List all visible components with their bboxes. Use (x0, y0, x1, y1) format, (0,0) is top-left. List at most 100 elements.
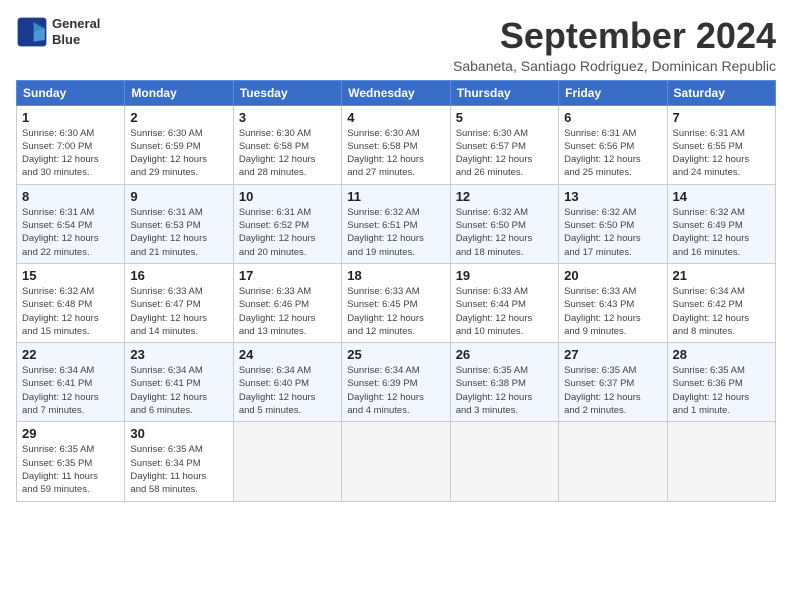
day-info: Sunrise: 6:35 AM Sunset: 6:35 PM Dayligh… (22, 443, 119, 496)
day-number: 14 (673, 189, 770, 204)
sunset-text: Sunset: 6:44 PM (456, 298, 553, 311)
daylight-text: Daylight: 12 hours (22, 232, 119, 245)
daylight-text2: and 17 minutes. (564, 246, 661, 259)
sunset-text: Sunset: 6:36 PM (673, 377, 770, 390)
day-number: 23 (130, 347, 227, 362)
day-number: 1 (22, 110, 119, 125)
daylight-text2: and 5 minutes. (239, 404, 336, 417)
table-row (559, 422, 667, 501)
daylight-text2: and 13 minutes. (239, 325, 336, 338)
sunrise-text: Sunrise: 6:34 AM (239, 364, 336, 377)
daylight-text: Daylight: 12 hours (347, 391, 444, 404)
sunrise-text: Sunrise: 6:33 AM (456, 285, 553, 298)
sunrise-text: Sunrise: 6:30 AM (239, 127, 336, 140)
calendar-week-row: 15 Sunrise: 6:32 AM Sunset: 6:48 PM Dayl… (17, 263, 776, 342)
table-row: 9 Sunrise: 6:31 AM Sunset: 6:53 PM Dayli… (125, 184, 233, 263)
table-row (342, 422, 450, 501)
sunset-text: Sunset: 6:58 PM (347, 140, 444, 153)
day-info: Sunrise: 6:33 AM Sunset: 6:45 PM Dayligh… (347, 285, 444, 338)
sunrise-text: Sunrise: 6:31 AM (239, 206, 336, 219)
day-number: 17 (239, 268, 336, 283)
day-number: 18 (347, 268, 444, 283)
sunrise-text: Sunrise: 6:31 AM (130, 206, 227, 219)
col-wednesday: Wednesday (342, 80, 450, 105)
daylight-text: Daylight: 12 hours (564, 312, 661, 325)
day-number: 19 (456, 268, 553, 283)
table-row: 17 Sunrise: 6:33 AM Sunset: 6:46 PM Dayl… (233, 263, 341, 342)
table-row: 2 Sunrise: 6:30 AM Sunset: 6:59 PM Dayli… (125, 105, 233, 184)
day-info: Sunrise: 6:33 AM Sunset: 6:46 PM Dayligh… (239, 285, 336, 338)
logo-text: General Blue (52, 16, 100, 47)
day-info: Sunrise: 6:32 AM Sunset: 6:50 PM Dayligh… (564, 206, 661, 259)
day-info: Sunrise: 6:30 AM Sunset: 6:58 PM Dayligh… (347, 127, 444, 180)
table-row: 23 Sunrise: 6:34 AM Sunset: 6:41 PM Dayl… (125, 343, 233, 422)
daylight-text: Daylight: 12 hours (22, 153, 119, 166)
daylight-text: Daylight: 11 hours (130, 470, 227, 483)
location-subtitle: Sabaneta, Santiago Rodriguez, Dominican … (453, 58, 776, 74)
daylight-text2: and 12 minutes. (347, 325, 444, 338)
table-row: 5 Sunrise: 6:30 AM Sunset: 6:57 PM Dayli… (450, 105, 558, 184)
calendar-week-row: 22 Sunrise: 6:34 AM Sunset: 6:41 PM Dayl… (17, 343, 776, 422)
sunset-text: Sunset: 6:40 PM (239, 377, 336, 390)
daylight-text: Daylight: 12 hours (673, 153, 770, 166)
daylight-text2: and 20 minutes. (239, 246, 336, 259)
day-info: Sunrise: 6:35 AM Sunset: 6:36 PM Dayligh… (673, 364, 770, 417)
daylight-text2: and 1 minute. (673, 404, 770, 417)
sunrise-text: Sunrise: 6:33 AM (130, 285, 227, 298)
daylight-text: Daylight: 12 hours (347, 312, 444, 325)
sunset-text: Sunset: 6:59 PM (130, 140, 227, 153)
sunset-text: Sunset: 6:56 PM (564, 140, 661, 153)
daylight-text: Daylight: 12 hours (456, 312, 553, 325)
sunset-text: Sunset: 7:00 PM (22, 140, 119, 153)
daylight-text: Daylight: 12 hours (22, 391, 119, 404)
day-info: Sunrise: 6:33 AM Sunset: 6:47 PM Dayligh… (130, 285, 227, 338)
table-row: 13 Sunrise: 6:32 AM Sunset: 6:50 PM Dayl… (559, 184, 667, 263)
daylight-text2: and 16 minutes. (673, 246, 770, 259)
sunrise-text: Sunrise: 6:35 AM (130, 443, 227, 456)
col-sunday: Sunday (17, 80, 125, 105)
col-monday: Monday (125, 80, 233, 105)
daylight-text: Daylight: 12 hours (564, 232, 661, 245)
daylight-text2: and 28 minutes. (239, 166, 336, 179)
daylight-text2: and 7 minutes. (22, 404, 119, 417)
daylight-text: Daylight: 12 hours (564, 153, 661, 166)
table-row: 19 Sunrise: 6:33 AM Sunset: 6:44 PM Dayl… (450, 263, 558, 342)
day-number: 15 (22, 268, 119, 283)
sunset-text: Sunset: 6:55 PM (673, 140, 770, 153)
sunrise-text: Sunrise: 6:30 AM (22, 127, 119, 140)
sunset-text: Sunset: 6:50 PM (456, 219, 553, 232)
daylight-text: Daylight: 12 hours (130, 232, 227, 245)
day-info: Sunrise: 6:34 AM Sunset: 6:39 PM Dayligh… (347, 364, 444, 417)
day-number: 16 (130, 268, 227, 283)
logo: General Blue (16, 16, 100, 48)
sunset-text: Sunset: 6:41 PM (130, 377, 227, 390)
calendar-week-row: 8 Sunrise: 6:31 AM Sunset: 6:54 PM Dayli… (17, 184, 776, 263)
day-number: 6 (564, 110, 661, 125)
day-info: Sunrise: 6:34 AM Sunset: 6:40 PM Dayligh… (239, 364, 336, 417)
day-info: Sunrise: 6:30 AM Sunset: 6:58 PM Dayligh… (239, 127, 336, 180)
day-info: Sunrise: 6:31 AM Sunset: 6:55 PM Dayligh… (673, 127, 770, 180)
sunset-text: Sunset: 6:43 PM (564, 298, 661, 311)
col-tuesday: Tuesday (233, 80, 341, 105)
sunrise-text: Sunrise: 6:35 AM (673, 364, 770, 377)
table-row: 10 Sunrise: 6:31 AM Sunset: 6:52 PM Dayl… (233, 184, 341, 263)
sunrise-text: Sunrise: 6:34 AM (347, 364, 444, 377)
sunset-text: Sunset: 6:45 PM (347, 298, 444, 311)
day-number: 26 (456, 347, 553, 362)
day-info: Sunrise: 6:31 AM Sunset: 6:54 PM Dayligh… (22, 206, 119, 259)
daylight-text2: and 2 minutes. (564, 404, 661, 417)
day-info: Sunrise: 6:35 AM Sunset: 6:37 PM Dayligh… (564, 364, 661, 417)
daylight-text2: and 26 minutes. (456, 166, 553, 179)
daylight-text2: and 10 minutes. (456, 325, 553, 338)
table-row: 29 Sunrise: 6:35 AM Sunset: 6:35 PM Dayl… (17, 422, 125, 501)
day-number: 8 (22, 189, 119, 204)
calendar-header-row: Sunday Monday Tuesday Wednesday Thursday… (17, 80, 776, 105)
daylight-text2: and 6 minutes. (130, 404, 227, 417)
table-row: 27 Sunrise: 6:35 AM Sunset: 6:37 PM Dayl… (559, 343, 667, 422)
table-row: 22 Sunrise: 6:34 AM Sunset: 6:41 PM Dayl… (17, 343, 125, 422)
sunrise-text: Sunrise: 6:33 AM (239, 285, 336, 298)
daylight-text2: and 27 minutes. (347, 166, 444, 179)
col-saturday: Saturday (667, 80, 775, 105)
daylight-text: Daylight: 12 hours (347, 232, 444, 245)
day-number: 20 (564, 268, 661, 283)
